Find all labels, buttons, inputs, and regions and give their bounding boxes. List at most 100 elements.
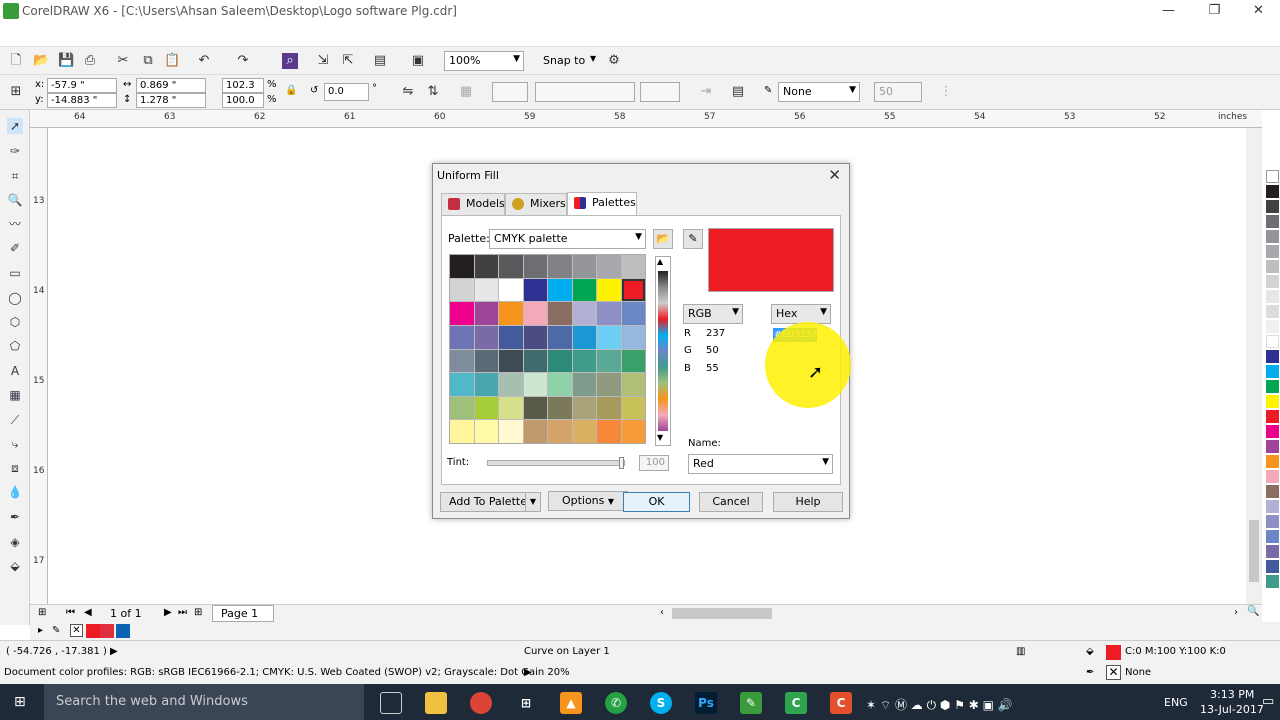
scroll-down-icon[interactable]: ▼	[657, 433, 663, 442]
palette-swatch[interactable]	[450, 278, 474, 302]
palette-swatch[interactable]	[572, 349, 596, 373]
palette-swatch[interactable]	[548, 373, 572, 396]
arrow-head-icon[interactable]: ⇥	[698, 84, 714, 100]
tray-icons[interactable]: ✶ ⌔ Ⓜ ☁ ⏻ ⬢ ⚑ ✱ ▣ 🔊	[866, 696, 1013, 713]
redo-icon[interactable]: ↷	[235, 53, 251, 69]
language-indicator[interactable]: ENG	[1164, 696, 1188, 709]
basic-shapes-tool-icon[interactable]: ⬠	[7, 338, 23, 354]
wrap-text-icon[interactable]: ▦	[458, 84, 474, 100]
page-tab[interactable]: Page 1	[212, 605, 274, 622]
store-icon[interactable]: ⊞	[515, 692, 537, 714]
palette-swatch[interactable]	[523, 396, 547, 420]
palette-swatch[interactable]	[1266, 305, 1279, 318]
palette-swatch[interactable]	[474, 302, 498, 325]
windows-start-icon[interactable]: ⊞	[14, 694, 30, 710]
add-to-palette-dropdown[interactable]: ▼	[525, 492, 541, 512]
palette-swatch[interactable]	[523, 302, 547, 325]
palette-swatch[interactable]	[597, 349, 621, 373]
table-tool-icon[interactable]: ▦	[7, 387, 23, 403]
scale-height-field[interactable]: 100.0	[222, 93, 264, 108]
file-explorer-icon[interactable]	[425, 692, 447, 714]
palette-swatch[interactable]	[572, 255, 596, 278]
color-profiles-text[interactable]: Document color profiles: RGB: sRGB IEC61…	[4, 667, 570, 678]
first-page-icon[interactable]: ⏮	[66, 607, 75, 618]
palette-swatch[interactable]	[1266, 230, 1279, 243]
eyedropper-icon[interactable]: ✎	[52, 625, 60, 636]
camtasia-orange-icon[interactable]: C	[830, 692, 852, 714]
undo-icon[interactable]: ↶	[196, 53, 212, 69]
horizontal-scroll-thumb[interactable]	[672, 608, 772, 619]
full-screen-preview-icon[interactable]: ▣	[410, 53, 426, 69]
palette-swatch[interactable]	[572, 302, 596, 325]
palette-swatch[interactable]	[499, 420, 523, 443]
outline-none-combo[interactable]: None ▼	[778, 82, 860, 102]
palette-swatch[interactable]	[572, 373, 596, 396]
align-icon[interactable]: ▤	[730, 84, 746, 100]
width-field[interactable]: 0.869 "	[136, 78, 206, 93]
dialog-close-icon[interactable]: ✕	[828, 166, 841, 184]
tab-mixers[interactable]: Mixers	[505, 193, 567, 215]
zoom-navigator-icon[interactable]: 🔍	[1247, 606, 1259, 617]
palette-swatch[interactable]	[1266, 410, 1279, 423]
clock-time[interactable]: 3:13 PM	[1210, 688, 1254, 701]
palette-swatch[interactable]	[1266, 560, 1279, 573]
palette-swatch[interactable]	[597, 420, 621, 443]
search-content-icon[interactable]: ⌕	[282, 53, 298, 69]
rectangle-tool-icon[interactable]: ▭	[7, 265, 23, 281]
palette-swatch[interactable]	[572, 420, 596, 443]
cut-icon[interactable]: ✂	[115, 53, 131, 69]
palette-gradient-strip[interactable]	[658, 271, 668, 431]
color-name-dropdown[interactable]: Red ▼	[688, 454, 833, 474]
palette-swatch[interactable]	[621, 373, 645, 396]
palette-swatch[interactable]	[474, 396, 498, 420]
tint-value-field[interactable]: 100	[639, 455, 669, 471]
scale-width-field[interactable]: 102.3	[222, 78, 264, 93]
palette-swatch[interactable]	[523, 255, 547, 278]
rotation-field[interactable]: 0.0	[324, 83, 369, 101]
clock-date[interactable]: 13-Jul-2017	[1200, 703, 1264, 716]
zoom-level-combo[interactable]: 100% ▼	[444, 51, 524, 71]
palette-swatch[interactable]	[499, 325, 523, 349]
ok-button[interactable]: OK	[623, 492, 690, 512]
tint-slider-thumb[interactable]	[619, 457, 624, 469]
palette-swatch[interactable]	[499, 396, 523, 420]
palette-swatch[interactable]	[621, 302, 645, 325]
palette-swatch[interactable]	[474, 349, 498, 373]
palette-swatch[interactable]	[450, 420, 474, 443]
dimension-tool-icon[interactable]: ⟋	[7, 412, 23, 428]
value-50-field[interactable]: 50	[874, 82, 922, 102]
palette-swatch[interactable]	[1266, 290, 1279, 303]
palette-swatch[interactable]	[1266, 335, 1279, 348]
close-button[interactable]: ✕	[1236, 0, 1280, 23]
palette-swatch[interactable]	[572, 396, 596, 420]
palette-swatch[interactable]	[597, 255, 621, 278]
copy-icon[interactable]: ⧉	[140, 53, 156, 69]
palette-swatch[interactable]	[474, 373, 498, 396]
palette-swatch[interactable]	[621, 255, 645, 278]
tint-slider-track[interactable]	[487, 457, 625, 469]
palette-swatch[interactable]	[474, 325, 498, 349]
scroll-up-icon[interactable]: ▲	[657, 257, 663, 266]
pick-tool-icon[interactable]: ➚	[7, 118, 23, 134]
palette-swatch[interactable]	[523, 373, 547, 396]
crop-tool-icon[interactable]: ⌗	[7, 168, 23, 184]
help-button[interactable]: Help	[773, 492, 843, 512]
palette-swatch[interactable]	[1266, 515, 1279, 528]
palette-swatch-grid[interactable]	[449, 254, 646, 444]
color-proof-icon[interactable]: ▥	[1016, 646, 1025, 657]
palette-swatch[interactable]	[1266, 275, 1279, 288]
palette-swatch[interactable]	[1266, 530, 1279, 543]
shape-tool-icon[interactable]: ✑	[7, 143, 23, 159]
effects-tool-icon[interactable]: ⧈	[7, 460, 23, 476]
palette-swatch[interactable]	[474, 255, 498, 278]
palette-swatch[interactable]	[1266, 455, 1279, 468]
palette-swatch[interactable]	[548, 302, 572, 325]
palette-swatch[interactable]	[1266, 350, 1279, 363]
next-page-icon[interactable]: ▶	[164, 607, 172, 618]
save-icon[interactable]: 💾	[58, 53, 74, 69]
palette-swatch[interactable]	[572, 278, 596, 302]
paste-icon[interactable]: 📋	[164, 53, 180, 69]
palette-swatch[interactable]	[474, 278, 498, 302]
palette-swatch[interactable]	[621, 349, 645, 373]
palette-swatch[interactable]	[450, 302, 474, 325]
